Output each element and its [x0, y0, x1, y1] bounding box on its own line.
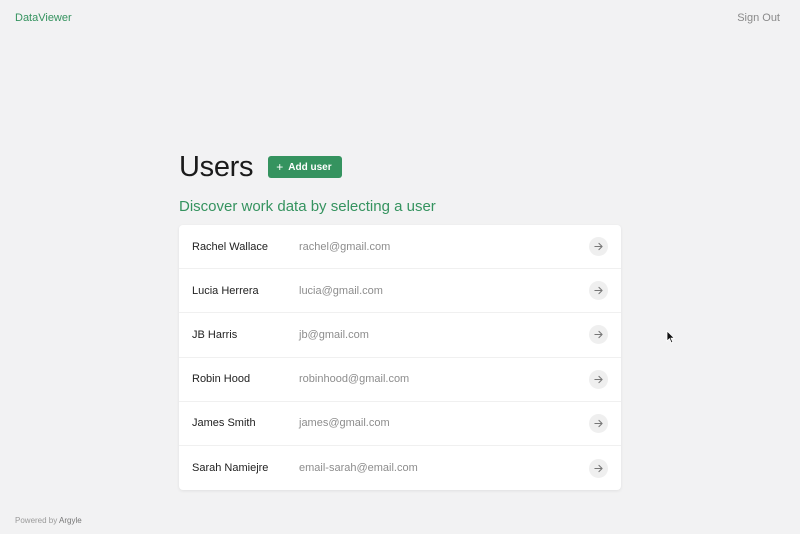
sign-out-link[interactable]: Sign Out	[737, 12, 780, 24]
arrow-right-icon[interactable]	[589, 413, 608, 433]
user-name: Lucia Herrera	[192, 284, 259, 297]
brand-link[interactable]: DataViewer	[15, 12, 72, 24]
arrow-right-icon[interactable]	[589, 237, 608, 257]
user-email: email-sarah@email.com	[299, 462, 418, 475]
page-title: Users	[179, 150, 254, 183]
user-email: lucia@gmail.com	[299, 284, 383, 297]
user-email: rachel@gmail.com	[299, 240, 391, 253]
user-email: robinhood@gmail.com	[299, 373, 410, 386]
user-name: Rachel Wallace	[192, 240, 269, 253]
plus-icon: +	[276, 160, 284, 174]
company-name: Argyle	[59, 516, 82, 525]
powered-by-text: Powered by	[15, 516, 58, 525]
add-user-label: Add user	[288, 161, 332, 173]
user-row[interactable]: Sarah Namiejre email-sarah@email.com	[179, 446, 621, 490]
user-row[interactable]: Robin Hood robinhood@gmail.com	[179, 358, 621, 402]
user-email: james@gmail.com	[299, 417, 390, 430]
users-section: Users + Add user Discover work data by s…	[179, 150, 621, 491]
arrow-right-icon[interactable]	[589, 281, 608, 301]
page-subtitle: Discover work data by selecting a user	[179, 198, 436, 215]
user-name: James Smith	[192, 417, 256, 430]
arrow-right-icon[interactable]	[589, 458, 608, 478]
user-row[interactable]: Lucia Herrera lucia@gmail.com	[179, 269, 621, 314]
heading-row: Users + Add user	[179, 150, 621, 184]
add-user-button[interactable]: + Add user	[268, 156, 342, 178]
user-email: jb@gmail.com	[299, 328, 369, 341]
mouse-cursor-icon	[666, 330, 676, 344]
footer: Powered by Argyle	[15, 516, 82, 525]
user-row[interactable]: JB Harris jb@gmail.com	[179, 313, 621, 358]
app-root: DataViewer Sign Out Users + Add user Dis…	[0, 0, 800, 534]
arrow-right-icon[interactable]	[589, 369, 608, 389]
arrow-right-icon[interactable]	[589, 325, 608, 345]
user-row[interactable]: Rachel Wallace rachel@gmail.com	[179, 225, 621, 270]
user-row[interactable]: James Smith james@gmail.com	[179, 402, 621, 446]
user-name: Sarah Namiejre	[192, 462, 269, 475]
user-name: Robin Hood	[192, 373, 251, 386]
user-list: Rachel Wallace rachel@gmail.com Lucia He…	[179, 225, 621, 491]
user-name: JB Harris	[192, 328, 238, 341]
